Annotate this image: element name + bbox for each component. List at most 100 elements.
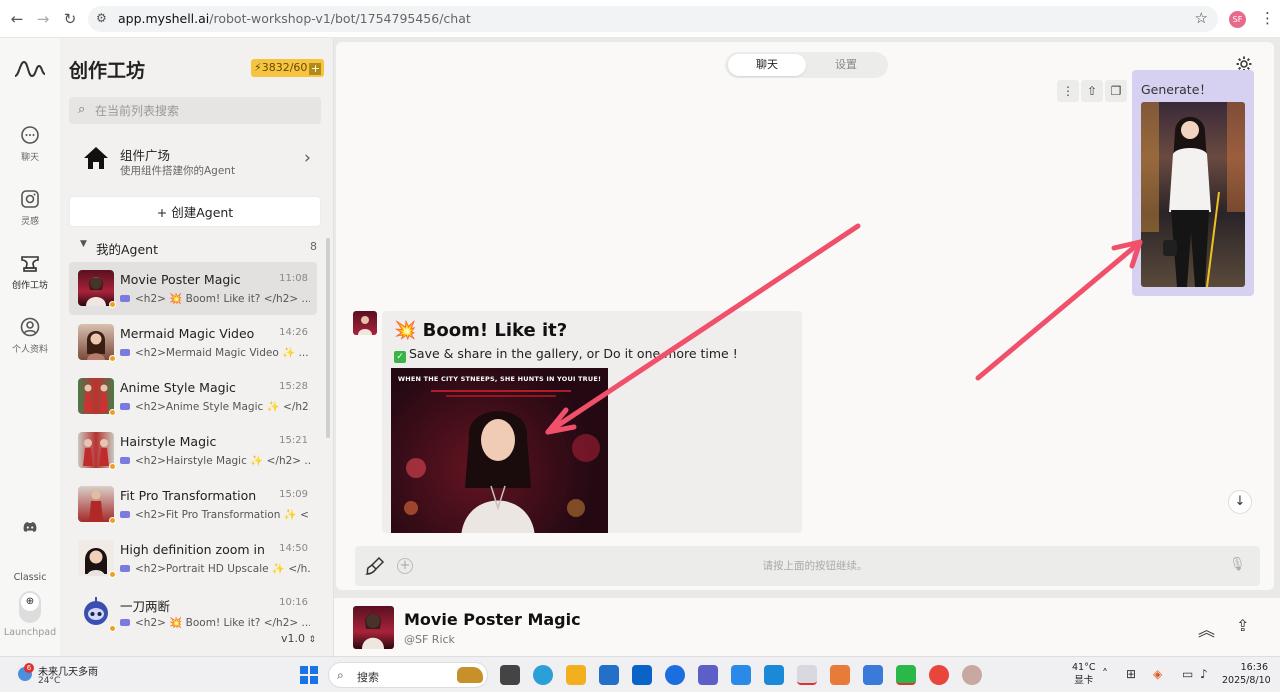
qq-icon[interactable]: [797, 665, 817, 685]
volume-icon[interactable]: ♪: [1200, 667, 1208, 681]
pinwheel-icon[interactable]: [764, 665, 784, 685]
chevron-down-icon: ▼: [80, 239, 87, 249]
double-chevron-up-icon[interactable]: ︽: [1198, 616, 1215, 641]
status-dot: [109, 625, 116, 632]
gem-icon: [120, 295, 130, 302]
user-icon: [20, 317, 40, 337]
profile-avatar[interactable]: SF: [1229, 11, 1246, 28]
chrome-icon[interactable]: [929, 665, 949, 685]
tab-chat[interactable]: 聊天: [728, 54, 806, 76]
user-message-bubble: Generate！: [1132, 70, 1254, 296]
user-uploaded-image[interactable]: [1141, 102, 1245, 287]
browser-menu-icon[interactable]: ⋮: [1260, 9, 1275, 27]
agent-avatar: [78, 432, 114, 468]
credits-badge[interactable]: ⚡3832/60 +: [251, 59, 325, 77]
weather-widget[interactable]: 6 未来几天多雨 24°C: [18, 663, 128, 687]
gem-icon: [120, 619, 130, 626]
agent-avatar: [78, 594, 114, 630]
search-icon: ⌕: [78, 102, 86, 117]
agent-item[interactable]: Fit Pro Transformation 15:09 <h2>Fit Pro…: [69, 478, 317, 531]
outlook-icon[interactable]: [632, 665, 652, 685]
display-icon[interactable]: ▭: [1182, 667, 1193, 681]
discord-icon[interactable]: [22, 521, 38, 533]
antivirus-icon[interactable]: ◈: [1153, 667, 1162, 681]
bookmark-star-icon[interactable]: ☆: [1195, 9, 1208, 27]
messenger-icon[interactable]: [665, 665, 685, 685]
clear-brush-icon[interactable]: [365, 556, 385, 576]
status-dot: [109, 463, 116, 470]
more-options-icon[interactable]: ⋮: [1057, 80, 1079, 102]
store-icon[interactable]: [599, 665, 619, 685]
create-agent-button[interactable]: + 创建Agent: [69, 196, 321, 227]
back-arrow-icon[interactable]: ←: [8, 10, 26, 28]
wechat-icon[interactable]: [896, 665, 916, 685]
app-icon[interactable]: [731, 665, 751, 685]
agent-item[interactable]: Mermaid Magic Video 14:26 <h2>Mermaid Ma…: [69, 316, 317, 369]
tool-icon[interactable]: [830, 665, 850, 685]
globe-icon: ⊕: [21, 593, 39, 611]
browser-toolbar: ← → ↻ ⚙ app.myshell.ai/robot-workshop-v1…: [0, 0, 1280, 38]
sidebar-scrollbar[interactable]: [326, 238, 330, 438]
gem-icon: [120, 565, 130, 572]
scroll-to-bottom-button[interactable]: ↓: [1228, 490, 1252, 514]
movie-poster-image[interactable]: WHEN THE CITY STNEEPS, SHE HUNTS IN YOUI…: [391, 368, 608, 533]
clock[interactable]: 16:36 2025/8/10: [1222, 661, 1271, 687]
bot-author[interactable]: @SF Rick: [404, 633, 455, 646]
chat-input[interactable]: [425, 556, 1205, 576]
tab-settings[interactable]: 设置: [807, 54, 885, 76]
sort-arrows-icon: ⇕: [308, 635, 317, 645]
teams-icon[interactable]: [698, 665, 718, 685]
workshop-sidebar: 创作工坊 ⚡3832/60+ ⌕ 组件广场 使用组件搭建你的Agent › + …: [60, 38, 334, 656]
share-icon[interactable]: ⇧: [1081, 80, 1103, 102]
bot-message-subtext: Save & share in the gallery, or Do it on…: [409, 346, 738, 361]
component-plaza-link[interactable]: 组件广场 使用组件搭建你的Agent ›: [69, 134, 321, 184]
anvil-icon: [21, 256, 39, 272]
notepad-icon[interactable]: [863, 665, 883, 685]
agent-item[interactable]: High definition zoom in 14:50 <h2>Portra…: [69, 532, 317, 585]
classic-launchpad-toggle[interactable]: ⊕: [19, 591, 41, 623]
rail-item-profile[interactable]: 个人资料: [0, 316, 60, 355]
bot-name: Movie Poster Magic: [404, 610, 581, 629]
bot-info-avatar: [353, 606, 394, 649]
agent-item[interactable]: 一刀两断 10:16 <h2> 💥 Boom! Like it? </h2> .…: [69, 586, 317, 639]
chevron-up-icon[interactable]: ˄: [1102, 667, 1108, 681]
myshell-logo-icon[interactable]: [13, 58, 47, 80]
microphone-icon[interactable]: 🎙: [1229, 557, 1246, 572]
my-agents-header[interactable]: ▼ 我的Agent 8: [69, 238, 321, 257]
network-icon[interactable]: ⊞: [1126, 667, 1136, 681]
rail-item-workshop[interactable]: 创作工坊: [0, 252, 60, 291]
status-dot: [109, 517, 116, 524]
rail-item-inspiration[interactable]: 灵感: [0, 188, 60, 227]
copy-icon[interactable]: ❐: [1105, 80, 1127, 102]
agent-search-input[interactable]: [95, 101, 315, 120]
user-app-icon[interactable]: [962, 665, 982, 685]
agent-item[interactable]: Movie Poster Magic 11:08 <h2> 💥 Boom! Li…: [69, 262, 317, 315]
rail-item-chat[interactable]: 聊天: [0, 124, 60, 163]
reload-icon[interactable]: ↻: [61, 10, 79, 28]
add-attachment-icon[interactable]: +: [397, 558, 413, 574]
windows-start-icon[interactable]: [300, 666, 318, 684]
status-dot: [109, 355, 116, 362]
agent-item[interactable]: Hairstyle Magic 15:21 <h2>Hairstyle Magi…: [69, 424, 317, 477]
site-settings-icon[interactable]: ⚙: [96, 11, 107, 25]
file-explorer-icon[interactable]: [566, 665, 586, 685]
gpu-temp[interactable]: 41°C 显卡: [1072, 661, 1095, 687]
taskbar-search[interactable]: ⌕ 搜索: [328, 662, 488, 688]
version-selector[interactable]: v1.0 ⇕: [281, 632, 316, 645]
status-dot: [109, 409, 116, 416]
agent-avatar: [78, 486, 114, 522]
gem-icon: [120, 511, 130, 518]
agent-count: 8: [310, 240, 317, 253]
edge-icon[interactable]: [533, 665, 553, 685]
forward-arrow-icon[interactable]: →: [34, 10, 52, 28]
screen: ← → ↻ ⚙ app.myshell.ai/robot-workshop-v1…: [0, 0, 1280, 692]
agent-item[interactable]: Anime Style Magic 15:28 <h2>Anime Style …: [69, 370, 317, 423]
taskview-icon[interactable]: [500, 665, 520, 685]
agent-avatar: [78, 378, 114, 414]
address-bar[interactable]: ⚙ app.myshell.ai/robot-workshop-v1/bot/1…: [88, 6, 1218, 32]
mode-tabs: 聊天 设置: [725, 52, 888, 78]
search-icon: ⌕: [337, 668, 344, 682]
share-icon[interactable]: ⇪: [1236, 616, 1249, 635]
add-credits-icon[interactable]: +: [309, 63, 322, 75]
plaza-title: 组件广场: [120, 148, 171, 163]
